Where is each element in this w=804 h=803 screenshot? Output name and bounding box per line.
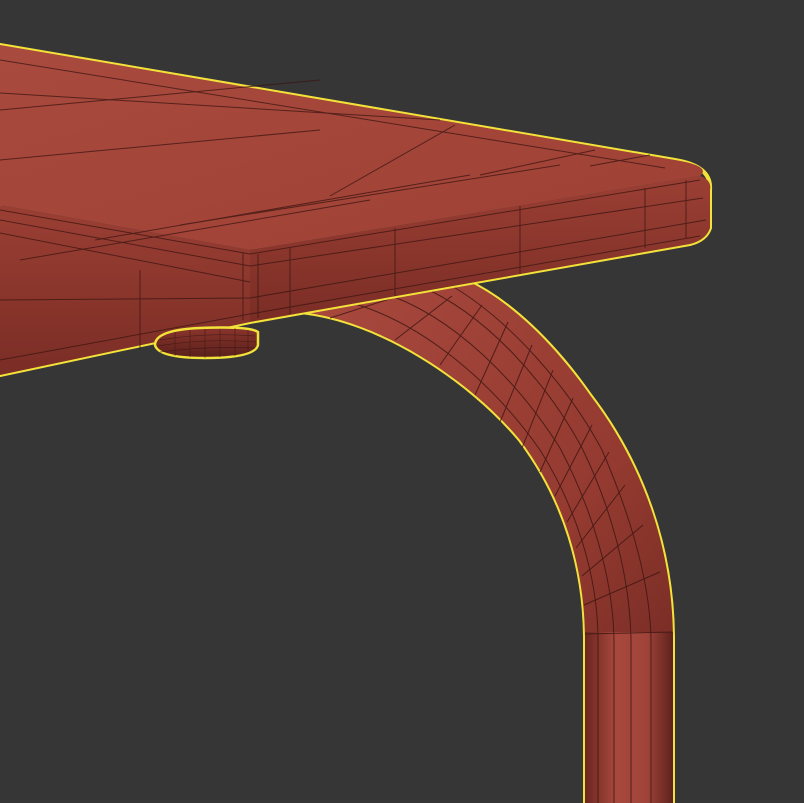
selected-table-model[interactable] xyxy=(0,0,804,803)
viewport-3d[interactable] xyxy=(0,0,804,803)
table-foot-glide[interactable] xyxy=(153,326,260,360)
